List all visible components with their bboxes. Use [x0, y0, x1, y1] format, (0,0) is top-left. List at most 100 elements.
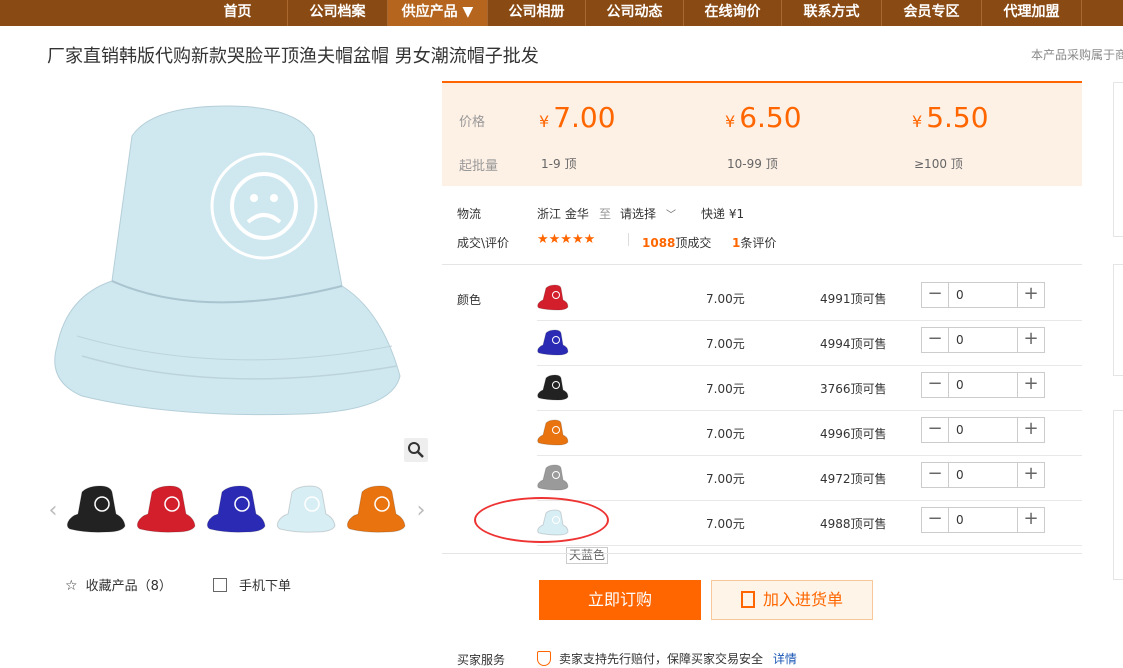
quantity-input[interactable]: 0	[956, 423, 964, 437]
add-to-cart-button[interactable]: 加入进货单	[711, 580, 873, 620]
sku-stock: 4991顶可售	[820, 290, 887, 307]
color-swatch[interactable]	[537, 419, 569, 447]
shield-icon	[537, 651, 551, 666]
reviews-count[interactable]: 1条评价	[732, 234, 776, 251]
sku-row: 7.00元 4994顶可售 − 0 +	[537, 321, 1082, 366]
hat-thumbnail-image	[206, 485, 266, 533]
nav-item[interactable]: 公司相册	[488, 0, 586, 26]
logistics-origin: 浙江 金华	[537, 207, 589, 221]
magnifier-icon	[408, 442, 424, 458]
sku-row: 7.00元 4996顶可售 − 0 +	[537, 411, 1082, 456]
nav-item[interactable]: 供应产品 ▼	[388, 0, 488, 26]
zoom-button[interactable]	[404, 438, 428, 462]
sku-stock-number: 4996	[820, 427, 851, 441]
sku-price: 7.00元	[706, 472, 745, 486]
nav-item[interactable]: 公司动态	[586, 0, 684, 26]
chevron-down-icon: ﹀	[666, 210, 677, 221]
increment-button[interactable]: +	[1017, 373, 1044, 397]
quantity-input[interactable]: 0	[956, 378, 964, 392]
deals-count-suffix: 顶成交	[675, 236, 712, 250]
currency-symbol: ¥	[539, 112, 550, 131]
divider	[442, 553, 1082, 554]
quantity-stepper: − 0 +	[921, 327, 1045, 353]
service-label: 买家服务	[457, 653, 506, 667]
product-thumbnail[interactable]	[136, 484, 196, 536]
nav-item[interactable]: 首页	[188, 0, 288, 26]
decrement-button[interactable]: −	[922, 508, 949, 532]
quantity-input[interactable]: 0	[956, 468, 964, 482]
related-product-card[interactable]	[1113, 264, 1123, 376]
increment-button[interactable]: +	[1017, 418, 1044, 442]
thumb-prev-arrow[interactable]: ‹	[46, 500, 60, 524]
sku-stock: 4994顶可售	[820, 335, 887, 352]
star-outline-icon: ☆	[65, 578, 78, 594]
product-thumbnail[interactable]	[346, 484, 406, 536]
quantity-stepper: − 0 +	[921, 282, 1045, 308]
tier-quantity: 1-9 顶	[541, 155, 576, 172]
quantity-input[interactable]: 0	[956, 333, 964, 347]
add-to-cart-label: 加入进货单	[762, 590, 843, 609]
tier-price-value: 6.50	[739, 101, 802, 134]
nav-item[interactable]: 代理加盟	[982, 0, 1082, 26]
sku-price: 7.00元	[706, 292, 745, 306]
buy-now-button[interactable]: 立即订购	[539, 580, 701, 620]
logistics-to: 至	[599, 207, 612, 221]
sku-stock-suffix: 顶可售	[850, 382, 887, 396]
thumb-next-arrow[interactable]: ›	[414, 500, 428, 524]
decrement-button[interactable]: −	[922, 328, 949, 352]
sku-stock-suffix: 顶可售	[850, 472, 887, 486]
increment-button[interactable]: +	[1017, 508, 1044, 532]
color-swatch[interactable]	[537, 284, 569, 312]
highlight-circle	[474, 497, 609, 543]
mobile-order[interactable]: 手机下单	[213, 575, 291, 594]
nav-item[interactable]: 联系方式	[782, 0, 882, 26]
deals-count-number: 1088	[642, 236, 676, 250]
increment-button[interactable]: +	[1017, 463, 1044, 487]
related-product-card[interactable]	[1113, 410, 1123, 580]
color-label: 颜色	[457, 293, 482, 307]
color-swatch[interactable]	[537, 374, 569, 402]
product-thumbnail[interactable]	[206, 484, 266, 536]
nav-item[interactable]: 在线询价	[684, 0, 782, 26]
increment-button[interactable]: +	[1017, 283, 1044, 307]
tier-quantity: ≥100 顶	[914, 155, 963, 172]
service-info: 卖家支持先行赔付，保障买家交易安全 详情	[537, 650, 797, 667]
clipboard-icon	[740, 591, 755, 608]
top-nav: 首页 公司档案 供应产品 ▼ 公司相册 公司动态 在线询价 联系方式 会员专区 代理加盟	[0, 0, 1123, 26]
sku-stock-suffix: 顶可售	[850, 337, 887, 351]
express-fee: 快递 ¥1	[701, 207, 745, 221]
service-details-link[interactable]: 详情	[773, 652, 797, 666]
decrement-button[interactable]: −	[922, 283, 949, 307]
color-swatch[interactable]	[537, 464, 569, 492]
sku-stock: 4988顶可售	[820, 515, 887, 532]
qr-code-icon	[213, 578, 227, 592]
divider	[628, 233, 629, 246]
sku-price: 7.00元	[706, 382, 745, 396]
nav-item[interactable]: 会员专区	[882, 0, 982, 26]
product-thumbnail[interactable]	[276, 484, 336, 536]
increment-button[interactable]: +	[1017, 328, 1044, 352]
quantity-input[interactable]: 0	[956, 513, 964, 527]
nav-item[interactable]: 公司档案	[288, 0, 388, 26]
related-product-card[interactable]	[1113, 82, 1123, 237]
favorite-product[interactable]: ☆ 收藏产品（8）	[65, 575, 172, 594]
decrement-button[interactable]: −	[922, 418, 949, 442]
sku-price: 7.00元	[706, 337, 745, 351]
quantity-stepper: − 0 +	[921, 417, 1045, 443]
tier-unit: 顶	[564, 157, 577, 171]
destination-select[interactable]: 请选择 ﹀	[620, 205, 676, 222]
price-panel: 价格 起批量 ¥7.00 1-9 顶 ¥6.50 10-99 顶 ¥5.50 ≥100 顶	[442, 81, 1082, 186]
decrement-button[interactable]: −	[922, 373, 949, 397]
quantity-input[interactable]: 0	[956, 288, 964, 302]
decrement-button[interactable]: −	[922, 463, 949, 487]
product-thumbnail[interactable]	[66, 484, 126, 536]
sku-price: 7.00元	[706, 427, 745, 441]
color-tooltip: 天蓝色	[566, 547, 609, 564]
sku-stock-number: 4994	[820, 337, 851, 351]
tier-range: 1-9	[541, 157, 561, 171]
tier-price: ¥6.50	[725, 101, 802, 134]
color-swatch[interactable]	[537, 329, 569, 357]
logistics-label: 物流	[457, 207, 482, 221]
sku-stock: 3766顶可售	[820, 380, 887, 397]
tier-price-value: 7.00	[553, 101, 616, 134]
